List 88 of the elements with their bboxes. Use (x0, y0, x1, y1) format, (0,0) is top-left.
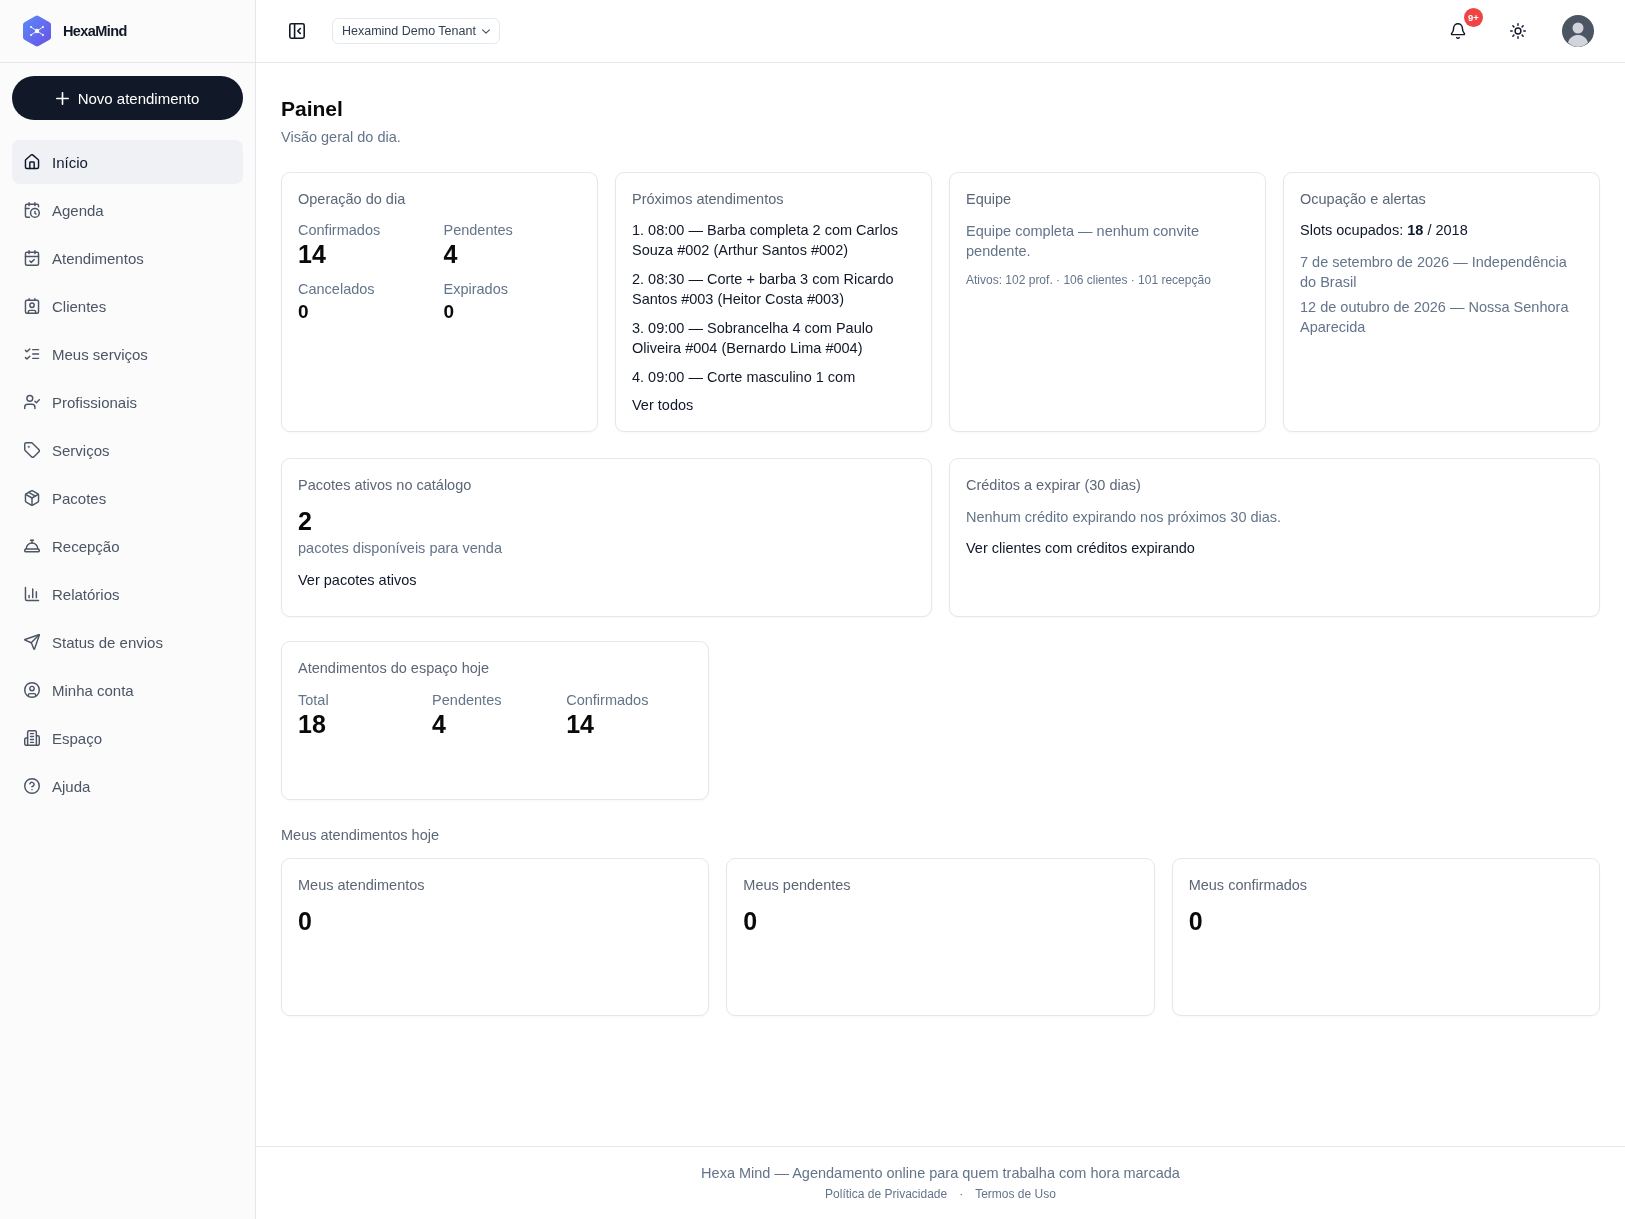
plus-icon (55, 91, 69, 105)
sidebar-item[interactable]: Pacotes (12, 476, 243, 520)
stat-label: Confirmados (566, 691, 649, 710)
building-icon (24, 730, 40, 746)
metric-value: 0 (298, 907, 312, 936)
sidebar-item[interactable]: Meus serviços (12, 332, 243, 376)
help-icon (24, 778, 40, 794)
stat-label: Pendentes (443, 221, 513, 240)
paper-plane-icon (24, 634, 40, 650)
card-title: Ocupação e alertas (1300, 190, 1427, 209)
stat-label: Pendentes (432, 691, 502, 710)
stat-label: Expirados (443, 280, 508, 299)
page-title: Painel (281, 96, 344, 122)
holiday-text: 12 de outubro de 2026 — Nossa Senhora Aparecida (1300, 298, 1570, 337)
panel-left-icon[interactable] (289, 23, 305, 39)
card-link[interactable]: Ver clientes com créditos expirando (966, 538, 1195, 558)
stat-value: 0 (298, 300, 309, 324)
stat-value: 0 (443, 300, 455, 324)
card-detail: Ativos: 102 prof. · 106 clientes · 101 recepção (966, 272, 1212, 289)
card-text: Nenhum crédito expirando nos próximos 30 dias. (966, 508, 1283, 527)
appointment-text: 2. 08:30 — Corte + barba 3 com Ricardo Santos #003 (Heitor Costa #003) (632, 270, 895, 309)
card-title: Operação do dia (298, 190, 407, 209)
footer-link[interactable]: Termos de Uso (975, 1186, 1056, 1202)
stat-label: Confirmados (298, 221, 381, 240)
service-bell-icon (24, 538, 40, 554)
card-title: Meus confirmados (1188, 876, 1309, 895)
sidebar-item[interactable]: Atendimentos (12, 236, 243, 280)
card-link[interactable]: Ver pacotes ativos (298, 570, 417, 590)
section-heading: Meus atendimentos hoje (281, 826, 440, 845)
stat-label: Cancelados (298, 280, 375, 299)
metric-value: 0 (1188, 907, 1203, 936)
sidebar-item[interactable]: Relatórios (12, 572, 243, 616)
sidebar-item[interactable]: Recepção (12, 524, 243, 568)
sidebar-item[interactable]: Início (12, 140, 243, 184)
card-title: Meus pendentes (743, 876, 852, 895)
stat-value: 14 (298, 240, 326, 269)
card-text: Equipe completa — nenhum convite pendente. (966, 222, 1200, 261)
metric-caption: pacotes disponíveis para venda (298, 539, 502, 558)
bar-chart-icon (24, 586, 40, 602)
metric-value: 0 (743, 907, 758, 936)
card-title: Meus atendimentos (298, 876, 426, 895)
card-title: Próximos atendimentos (632, 190, 785, 209)
appointment-text: 4. 09:00 — Corte masculino 1 com (632, 368, 857, 387)
sun-icon[interactable] (1510, 23, 1526, 39)
brand-name: HexaMind (63, 23, 127, 39)
sidebar-item[interactable]: Ajuda (12, 764, 243, 808)
sidebar-item[interactable]: Espaço (12, 716, 243, 760)
hexagon-logo-icon (23, 15, 51, 47)
card-title: Pacotes ativos no catálogo (298, 476, 473, 495)
user-check-icon (24, 394, 40, 410)
stat-value: 4 (432, 710, 446, 739)
chevron-down-icon (481, 28, 490, 34)
sidebar-item[interactable]: Status de envios (12, 620, 243, 664)
link-separator: · (959, 1186, 964, 1202)
footer-text: Hexa Mind — Agendamento online para quem trabalha com hora marcada (700, 1164, 1181, 1183)
tenant-dropdown[interactable]: Hexamind Demo Tenant (332, 18, 500, 44)
page-subtitle: Visão geral do dia. (281, 128, 402, 147)
calendar-clock-icon (24, 202, 40, 218)
stat-label: Total (298, 691, 329, 710)
appointment-text: 3. 09:00 — Sobrancelha 4 com Paulo Oliveira #004 (Bernardo Lima #004) (632, 319, 874, 358)
avatar-icon[interactable] (1562, 15, 1594, 47)
stat-value: 18 (298, 710, 326, 739)
house-icon (24, 154, 40, 170)
checklist-icon (24, 346, 40, 362)
card-title: Equipe (966, 190, 1013, 209)
footer-link[interactable]: Política de Privacidade (825, 1186, 948, 1202)
notification-badge: 9+ (1464, 8, 1483, 27)
slots-summary: Slots ocupados: 18 / 2018 (1300, 221, 1469, 240)
card-link[interactable]: Ver todos (632, 395, 694, 415)
sidebar-item[interactable]: Serviços (12, 428, 243, 472)
sidebar-item[interactable]: Profissionais (12, 380, 243, 424)
stat-value: 4 (443, 240, 458, 269)
user-circle-icon (24, 682, 40, 698)
sidebar-item[interactable]: Agenda (12, 188, 243, 232)
package-icon (24, 490, 40, 506)
tag-icon (24, 442, 40, 458)
sidebar-item[interactable]: Clientes (12, 284, 243, 328)
stat-value: 14 (566, 710, 595, 739)
sidebar-item[interactable]: Minha conta (12, 668, 243, 712)
bell-icon[interactable] (1450, 23, 1466, 39)
card-title: Créditos a expirar (30 dias) (966, 476, 1142, 495)
card-title: Atendimentos do espaço hoje (298, 659, 491, 678)
calendar-check-icon (24, 250, 40, 266)
new-appointment-button[interactable]: Novo atendimento (12, 76, 243, 120)
appointment-text: 1. 08:00 — Barba completa 2 com Carlos Souza #002 (Arthur Santos #002) (632, 221, 899, 260)
holiday-text: 7 de setembro de 2026 — Independência do Brasil (1300, 253, 1568, 292)
contact-card-icon (24, 298, 40, 314)
metric-value: 2 (298, 507, 312, 536)
